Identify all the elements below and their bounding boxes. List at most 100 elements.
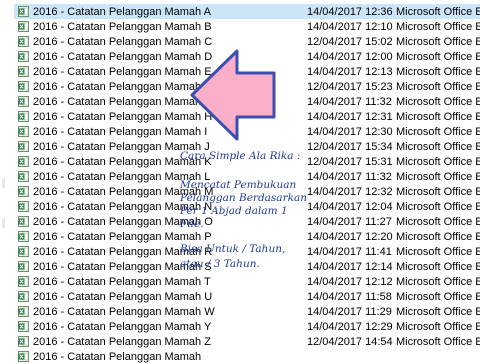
annotation-line: Bisa Untuk / Tahun,	[180, 243, 286, 255]
excel-file-icon	[18, 21, 29, 32]
file-name: 2016 - Catatan Pelanggan Mamah W	[33, 305, 215, 318]
file-name: 2016 - Catatan Pelanggan Mamah C	[33, 35, 213, 48]
file-name: 2016 - Catatan Pelanggan Mamah Y	[33, 320, 212, 333]
file-row[interactable]: 2016 - Catatan Pelanggan Mamah Z 12/04/20…	[14, 334, 480, 349]
excel-file-icon	[18, 81, 29, 92]
excel-file-icon	[18, 171, 29, 182]
excel-file-icon	[18, 351, 29, 362]
file-type: Microsoft Office E...	[396, 5, 480, 18]
file-date-modified: 14/04/2017 12:32	[307, 185, 393, 198]
file-type: Microsoft Office E...	[396, 275, 480, 288]
file-name: 2016 - Catatan Pelanggan Mamah U	[33, 290, 213, 303]
excel-file-icon	[18, 201, 29, 212]
file-date-modified: 14/04/2017 11:32	[307, 95, 392, 108]
excel-file-icon	[18, 111, 29, 122]
file-date-modified: 14/04/2017 12:10	[307, 20, 393, 33]
file-name: 2016 - Catatan Pelanggan Mamah Z	[33, 335, 211, 348]
file-type: Microsoft Office E...	[396, 110, 480, 123]
file-name: 2016 - Catatan Pelanggan Mamah D	[33, 50, 213, 63]
file-date-modified: 14/04/2017 11:58	[307, 290, 392, 303]
excel-file-icon	[18, 66, 29, 77]
excel-file-icon	[18, 51, 29, 62]
file-row[interactable]: 2016 - Catatan Pelanggan Mamah A 14/04/20…	[14, 4, 480, 19]
file-type: Microsoft Office E...	[396, 320, 480, 333]
file-type: Microsoft Office E...	[396, 95, 480, 108]
excel-file-icon	[18, 246, 29, 257]
excel-file-icon	[18, 231, 29, 242]
annotation-line: File.	[180, 218, 204, 230]
file-name: 2016 - Catatan Pelanggan Mamah F	[33, 80, 211, 93]
excel-file-icon	[18, 96, 29, 107]
pane-marker	[2, 178, 5, 188]
file-row[interactable]: 2016 - Catatan Pelanggan Mamah C 12/04/20…	[14, 34, 480, 49]
file-date-modified: 12/04/2017 15:34	[307, 140, 393, 153]
file-type: Microsoft Office E...	[396, 140, 480, 153]
file-type: Microsoft Office E...	[396, 155, 480, 168]
excel-file-icon	[18, 126, 29, 137]
file-name: 2016 - Catatan Pelanggan Mamah A	[33, 5, 211, 18]
file-date-modified: 14/04/2017 11:32	[307, 170, 392, 183]
file-date-modified: 14/04/2017 11:29	[307, 305, 392, 318]
annotation-line: atau / 3 Tahun.	[180, 258, 260, 270]
file-type: Microsoft Office E...	[396, 185, 480, 198]
excel-file-icon	[18, 336, 29, 347]
file-row[interactable]: 2016 - Catatan Pelanggan Mamah U 14/04/20…	[14, 289, 480, 304]
excel-file-icon	[18, 306, 29, 317]
file-type: Microsoft Office E...	[396, 125, 480, 138]
file-type: Microsoft Office E...	[396, 230, 480, 243]
file-type: Microsoft Office E...	[396, 290, 480, 303]
file-row[interactable]: 2016 - Catatan Pelanggan Mamah W 14/04/20…	[14, 304, 480, 319]
excel-file-icon	[18, 276, 29, 287]
excel-file-icon	[18, 186, 29, 197]
file-date-modified: 14/04/2017 12:36	[307, 5, 393, 18]
file-row[interactable]: 2016 - Catatan Pelanggan Mamah B 14/04/20…	[14, 19, 480, 34]
file-date-modified: 12/04/2017 14:54	[307, 335, 393, 348]
file-date-modified: 12/04/2017 15:23	[307, 80, 393, 93]
file-date-modified: 14/04/2017 12:12	[307, 275, 393, 288]
file-type: Microsoft Office E...	[396, 20, 480, 33]
file-date-modified: 14/04/2017 12:31	[307, 110, 393, 123]
excel-file-icon	[18, 216, 29, 227]
file-type: Microsoft Office E...	[396, 335, 480, 348]
left-arrow-annotation	[190, 49, 276, 141]
file-name: 2016 - Catatan Pelanggan Mamah T	[33, 275, 211, 288]
file-type: Microsoft Office E...	[396, 245, 480, 258]
file-row[interactable]: 2016 - Catatan Pelanggan Mamah Y 14/04/20…	[14, 319, 480, 334]
file-date-modified: 14/04/2017 11:27	[307, 215, 392, 228]
file-type: Microsoft Office E...	[396, 170, 480, 183]
file-date-modified: 14/04/2017 12:20	[307, 230, 393, 243]
file-name: 2016 - Catatan Pelanggan Mamah H	[33, 110, 213, 123]
file-type: Microsoft Office E...	[396, 50, 480, 63]
pane-marker	[2, 218, 5, 228]
file-type: Microsoft Office E...	[396, 80, 480, 93]
file-date-modified: 14/04/2017 12:14	[307, 260, 393, 273]
excel-file-icon	[18, 36, 29, 47]
file-date-modified: 14/04/2017 11:41	[307, 245, 392, 258]
file-date-modified: 12/04/2017 15:02	[307, 35, 393, 48]
file-date-modified: 12/04/2017 15:31	[307, 155, 393, 168]
excel-file-icon	[18, 261, 29, 272]
left-pane-edge	[0, 0, 14, 360]
file-date-modified: 14/04/2017 12:29	[307, 320, 393, 333]
excel-file-icon	[18, 321, 29, 332]
file-date-modified: 14/04/2017 12:13	[307, 65, 393, 78]
file-type: Microsoft Office E...	[396, 305, 480, 318]
file-type: Microsoft Office E...	[396, 215, 480, 228]
file-date-modified: 14/04/2017 12:04	[307, 200, 393, 213]
file-type: Microsoft Office E...	[396, 260, 480, 273]
annotation-title: Cara Simple Ala Rika :	[180, 150, 301, 162]
file-row[interactable]: 2016 - Catatan Pelanggan Mamah T 14/04/20…	[14, 274, 480, 289]
file-name: 2016 - Catatan Pelanggan Mamah E	[33, 65, 212, 78]
file-date-modified: 14/04/2017 12:30	[307, 125, 393, 138]
file-name: 2016 - Catatan Pelanggan Mamah P	[33, 230, 212, 243]
excel-file-icon	[18, 291, 29, 302]
file-type: Microsoft Office E...	[396, 200, 480, 213]
file-name: 2016 - Catatan Pelanggan Mamah B	[33, 20, 212, 33]
file-name: 2016 - Catatan Pelanggan Mamah G	[33, 95, 213, 108]
file-name: 2016 - Catatan Pelanggan Mamah I	[33, 125, 208, 138]
file-type: Microsoft Office E...	[396, 65, 480, 78]
file-type: Microsoft Office E...	[396, 35, 480, 48]
file-date-modified: 14/04/2017 12:00	[307, 50, 393, 63]
file-row[interactable]: 2016 - Catatan Pelanggan Mamah	[14, 349, 480, 364]
excel-file-icon	[18, 156, 29, 167]
